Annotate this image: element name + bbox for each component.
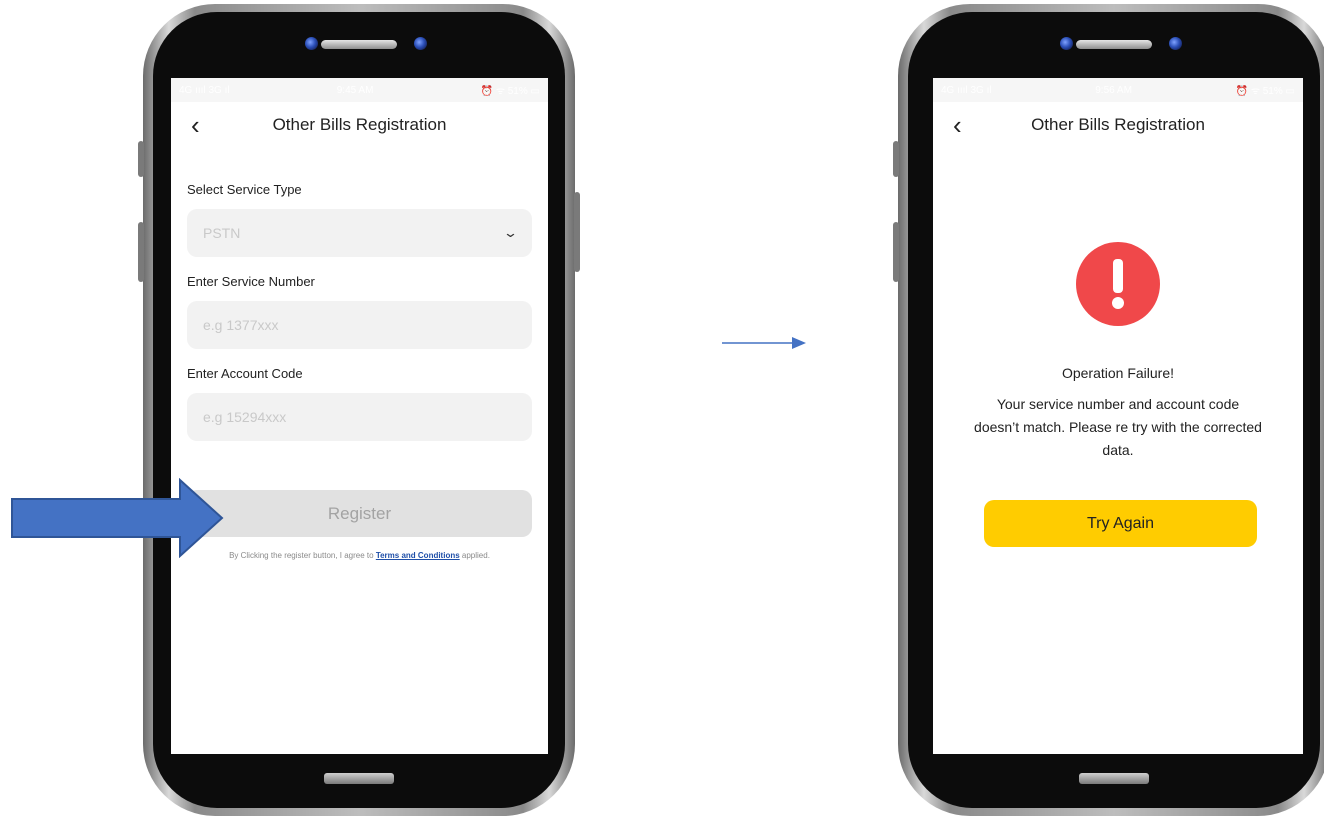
screen-header: ‹ Other Bills Registration	[171, 102, 548, 148]
failure-screen: 4G ıııl 3G ıl 9:56 AM ⏰ ᯤ 51% ▭ ‹ Other …	[933, 78, 1303, 754]
arrow-right-icon	[722, 337, 806, 349]
phone-side-button	[893, 222, 899, 282]
service-type-select[interactable]: PSTN ⌄	[187, 209, 532, 257]
phone-speaker	[321, 40, 397, 49]
right-arrow-icon	[11, 478, 224, 558]
status-time: 9:56 AM	[1095, 84, 1132, 96]
phone-speaker	[1076, 40, 1152, 49]
terms-prefix: By Clicking the register button, I agree…	[229, 551, 376, 560]
account-code-label: Enter Account Code	[187, 366, 303, 381]
failure-message: Your service number and account code doe…	[974, 396, 1262, 458]
back-chevron-icon[interactable]: ‹	[191, 110, 200, 140]
page-title: Other Bills Registration	[1031, 115, 1205, 134]
phone-side-button	[138, 141, 144, 177]
phone-side-button	[893, 141, 899, 177]
account-code-placeholder: e.g 15294xxx	[203, 409, 287, 425]
screen-header: ‹ Other Bills Registration	[933, 102, 1303, 148]
signal-indicator: 4G ıııl 3G ıl	[941, 84, 992, 96]
service-number-input[interactable]: e.g 1377xxx	[187, 301, 532, 349]
battery-indicator: ⏰ ᯤ 51% ▭	[1235, 86, 1295, 97]
status-time: 9:45 AM	[336, 84, 374, 96]
signal-indicator: 4G ıııl 3G ıl	[179, 84, 230, 96]
terms-suffix: applied.	[459, 551, 490, 560]
service-number-placeholder: e.g 1377xxx	[203, 317, 279, 333]
sensor-icon	[414, 37, 427, 50]
sensor-icon	[1169, 37, 1182, 50]
left-phone-frame: 4G ıııl 3G ıl 9:45 AM ⏰ ᯤ 51% ▭ ‹ Other …	[138, 4, 580, 816]
exclamation-glyph	[1112, 259, 1124, 309]
register-button[interactable]: Register	[187, 490, 532, 537]
terms-link[interactable]: Terms and Conditions	[376, 551, 460, 560]
registration-form: Select Service Type PSTN ⌄ Enter Service…	[171, 182, 548, 560]
right-phone-frame: 4G ıııl 3G ıl 9:56 AM ⏰ ᯤ 51% ▭ ‹ Other …	[893, 4, 1324, 816]
failure-title: Operation Failure!	[1061, 365, 1175, 381]
chevron-down-icon: ⌄	[502, 225, 519, 240]
back-chevron-icon[interactable]: ‹	[953, 110, 962, 140]
registration-screen: 4G ıııl 3G ıl 9:45 AM ⏰ ᯤ 51% ▭ ‹ Other …	[171, 78, 548, 754]
page-title: Other Bills Registration	[272, 115, 447, 134]
exclamation-icon	[1076, 242, 1160, 326]
front-camera-icon	[305, 37, 318, 50]
status-bar: 4G ıııl 3G ıl 9:56 AM ⏰ ᯤ 51% ▭	[933, 78, 1303, 102]
phone-side-button	[138, 222, 144, 282]
terms-text: By Clicking the register button, I agree…	[187, 551, 532, 560]
service-type-value: PSTN	[203, 225, 241, 241]
service-type-label: Select Service Type	[187, 182, 302, 197]
home-button[interactable]	[1079, 773, 1149, 784]
front-camera-icon	[1060, 37, 1073, 50]
status-bar: 4G ıııl 3G ıl 9:45 AM ⏰ ᯤ 51% ▭	[171, 78, 548, 102]
phone-side-button	[574, 192, 580, 272]
try-again-button[interactable]: Try Again	[984, 500, 1257, 547]
home-button[interactable]	[324, 773, 394, 784]
account-code-input[interactable]: e.g 15294xxx	[187, 393, 532, 441]
service-number-label: Enter Service Number	[187, 274, 315, 289]
battery-indicator: ⏰ ᯤ 51% ▭	[480, 86, 540, 97]
